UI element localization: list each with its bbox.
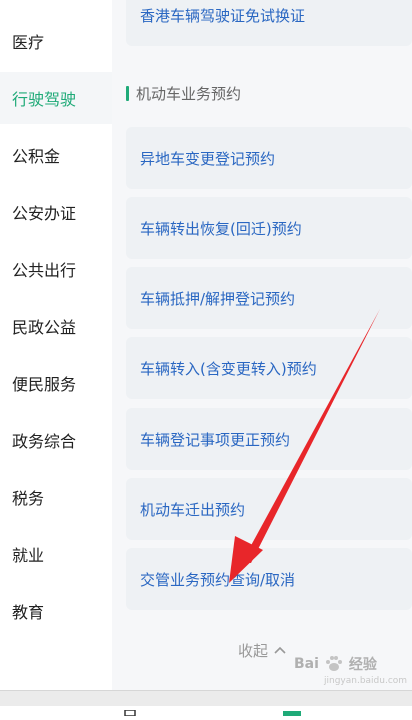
sidebar-item-employment[interactable]: 就业 xyxy=(0,528,112,580)
sidebar-item-driving[interactable]: 行驶驾驶 xyxy=(0,72,112,124)
watermark-url: jingyan.baidu.com xyxy=(324,676,408,686)
service-item-transfer-in[interactable]: 车辆转入(含变更转入)预约 xyxy=(126,337,412,399)
service-item-vehicle-relocation[interactable]: 机动车迁出预约 xyxy=(126,478,412,540)
sidebar-item-tax[interactable]: 税务 xyxy=(0,471,112,523)
watermark-brand: Bai xyxy=(294,656,319,672)
baidu-jingyan-watermark: Bai 经验 jingyan.baidu.com xyxy=(294,654,408,694)
service-item-appointment-query-cancel[interactable]: 交管业务预约查询/取消 xyxy=(126,548,412,610)
category-sidebar: 医疗 行驶驾驶 公积金 公安办证 公共出行 民政公益 便民服务 政务综合 税务 … xyxy=(0,0,112,690)
service-item-transfer-out-restore[interactable]: 车辆转出恢复(回迁)预约 xyxy=(126,197,412,259)
sidebar-item-education[interactable]: 教育 xyxy=(0,585,112,637)
service-item-hk-license-exchange[interactable]: 香港车辆驾驶证免试换证 xyxy=(126,0,412,46)
service-item-registration-correction[interactable]: 车辆登记事项更正预约 xyxy=(126,408,412,470)
sidebar-item-police-certificates[interactable]: 公安办证 xyxy=(0,186,112,238)
sidebar-item-convenience-services[interactable]: 便民服务 xyxy=(0,357,112,409)
section-marker xyxy=(126,85,129,101)
collapse-label: 收起 xyxy=(237,641,268,660)
sidebar-item-public-transport[interactable]: 公共出行 xyxy=(0,243,112,295)
sidebar-item-civil-affairs[interactable]: 民政公益 xyxy=(0,300,112,352)
service-item-mortgage-registration[interactable]: 车辆抵押/解押登记预约 xyxy=(126,267,412,329)
sidebar-item-government-general[interactable]: 政务综合 xyxy=(0,414,112,466)
service-list-panel: 香港车辆驾驶证免试换证 机动车业务预约 异地车变更登记预约 车辆转出恢复(回迁)… xyxy=(112,0,412,690)
chevron-up-icon xyxy=(274,643,286,657)
sidebar-item-medical[interactable]: 医疗 xyxy=(0,15,112,67)
sidebar-item-housing-fund[interactable]: 公积金 xyxy=(0,129,112,181)
service-item-out-of-town-change[interactable]: 异地车变更登记预约 xyxy=(126,127,412,189)
document-tab-icon[interactable] xyxy=(122,701,138,717)
section-title: 机动车业务预约 xyxy=(126,80,241,106)
watermark-brand-suffix: 经验 xyxy=(348,657,377,673)
section-title-text: 机动车业务预约 xyxy=(136,84,242,103)
briefcase-tab-icon[interactable] xyxy=(282,701,301,716)
paw-logo-icon xyxy=(323,654,345,674)
